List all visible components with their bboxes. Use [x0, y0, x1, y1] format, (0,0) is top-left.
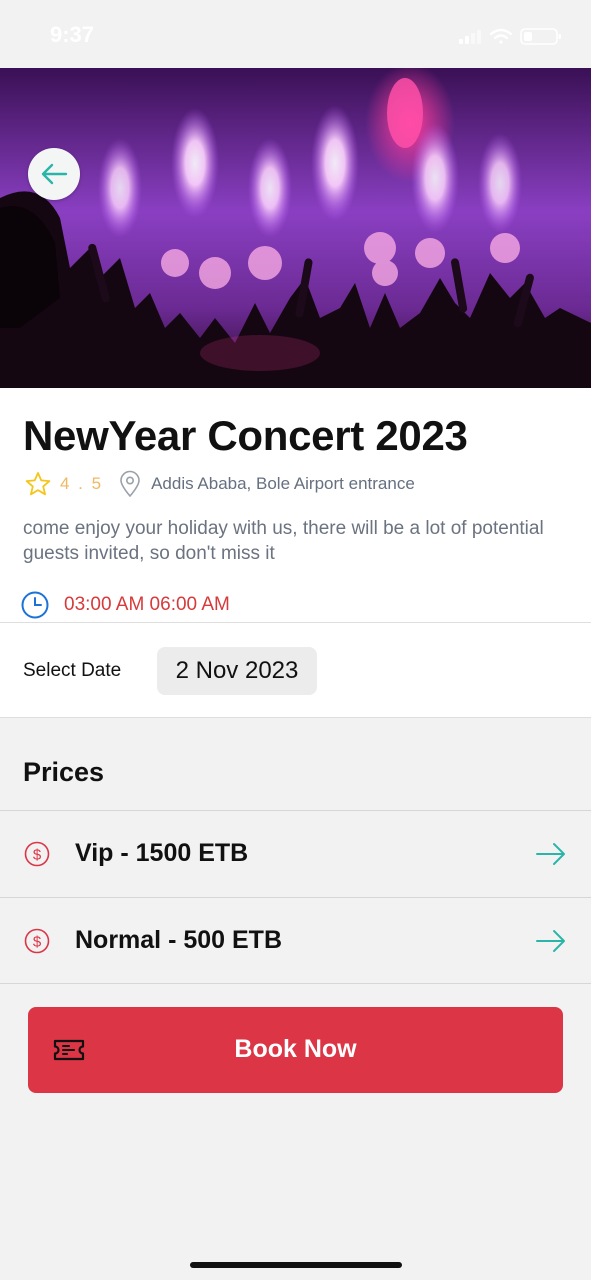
arrow-right-icon — [536, 843, 565, 865]
home-indicator — [190, 1262, 402, 1268]
signal-icon — [459, 30, 481, 44]
event-title: NewYear Concert 2023 — [23, 412, 468, 459]
prices-heading: Prices — [23, 757, 105, 787]
date-picker-button[interactable]: 2 Nov 2023 — [157, 647, 317, 695]
date-select-section: Select Date 2 Nov 2023 — [0, 622, 591, 718]
arrow-right-icon — [536, 930, 565, 952]
event-info-card: NewYear Concert 2023 4 . 5 Addis Ababa, … — [0, 388, 591, 622]
dollar-icon: $ — [24, 928, 50, 954]
status-bar: 9:37 — [0, 0, 591, 68]
star-icon — [25, 472, 51, 496]
event-description: come enjoy your holiday with us, there w… — [23, 518, 544, 564]
back-button[interactable] — [28, 148, 80, 200]
svg-text:$: $ — [33, 847, 42, 864]
price-option-label: Normal - 500 ETB — [75, 926, 283, 954]
price-option-normal[interactable]: $ Normal - 500 ETB — [0, 897, 591, 984]
location-pin-icon — [120, 470, 140, 498]
book-now-label: Book Now — [234, 1035, 357, 1063]
event-rating: 4 . 5 — [60, 474, 104, 493]
event-hero-image — [0, 68, 591, 388]
status-time: 9:37 — [50, 22, 95, 47]
wifi-icon — [489, 28, 513, 44]
event-location: Addis Ababa, Bole Airport entrance — [151, 474, 415, 493]
event-time-range: 03:00 AM 06:00 AM — [64, 594, 230, 615]
status-icons — [459, 28, 561, 45]
clock-icon — [21, 591, 49, 619]
price-option-label: Vip - 1500 ETB — [75, 839, 249, 867]
arrow-left-icon — [41, 163, 68, 185]
select-date-label: Select Date — [23, 660, 122, 681]
svg-text:$: $ — [33, 934, 42, 951]
event-meta-row: 4 . 5 Addis Ababa, Bole Airport entrance — [24, 470, 584, 498]
dollar-icon: $ — [24, 841, 50, 867]
price-option-vip[interactable]: $ Vip - 1500 ETB — [0, 810, 591, 897]
book-now-button[interactable]: Book Now — [28, 1007, 563, 1093]
battery-icon — [520, 28, 561, 45]
event-time-row: 03:00 AM 06:00 AM — [20, 590, 230, 620]
concert-illustration — [0, 68, 591, 388]
